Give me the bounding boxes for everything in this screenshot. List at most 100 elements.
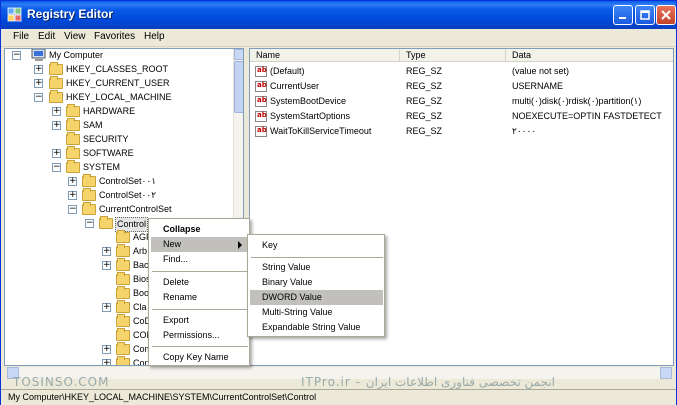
value-name: SystemStartOptions [270,111,351,121]
column-header-type[interactable]: Type [400,49,506,62]
menu-view[interactable]: View [64,31,86,42]
expand-expander[interactable]: + [34,78,43,88]
menu-file[interactable]: File [13,31,29,42]
expand-expander[interactable]: + [102,260,111,270]
menu-item-collapse[interactable]: Collapse [151,222,248,237]
tree-label: Arb [133,246,148,256]
expand-expander[interactable]: + [52,120,61,130]
string-value-icon: ab [255,96,267,107]
tree-node[interactable]: + HKEY_CLASSES_ROOT [5,62,233,77]
tree-node[interactable]: + HARDWARE [5,104,233,119]
menu-favorites[interactable]: Favorites [94,31,135,42]
expand-expander[interactable]: + [34,64,43,74]
tree-node[interactable]: + ControlSet٠٠١ [5,174,233,189]
submenu-item-string-value[interactable]: String Value [250,260,383,275]
value-name: (Default) [270,66,305,76]
submenu-item-binary-value[interactable]: Binary Value [250,275,383,290]
submenu-item-expandable-string-value[interactable]: Expandable String Value [250,320,383,335]
value-data: NOEXECUTE=OPTIN FASTDETECT [512,111,662,121]
tree-label: CurrentControlSet [99,204,172,214]
status-path: My Computer\HKEY_LOCAL_MACHINE\SYSTEM\Cu… [8,392,317,402]
menu-item-new-label: New [163,239,182,249]
list-row[interactable]: ab CurrentUser REG_SZ USERNAME [250,80,673,95]
tree-label: HKEY_CLASSES_ROOT [66,64,169,74]
menu-help[interactable]: Help [144,31,165,42]
menu-item-rename[interactable]: Rename [151,290,248,305]
tree-node[interactable]: − SYSTEM [5,160,233,175]
value-data: multi(٠)disk(٠)rdisk(٠)partition(١) [512,96,642,106]
menu-bar: File Edit View Favorites Help [1,29,676,47]
tree-label: SYSTEM [83,162,121,172]
tree-label: SECURITY [83,134,129,144]
submenu-item-dword-value[interactable]: DWORD Value [250,290,383,305]
menu-item-export[interactable]: Export [151,313,248,328]
tree-node[interactable]: + SAM [5,118,233,133]
expand-expander[interactable]: + [52,106,61,116]
scroll-right-arrow-icon[interactable] [660,367,672,379]
list-row[interactable]: ab SystemStartOptions REG_SZ NOEXECUTE=O… [250,110,673,125]
string-value-icon: ab [255,126,267,137]
collapse-expander[interactable]: − [52,162,61,172]
tree-node[interactable]: + ControlSet٠٠٢ [5,188,233,203]
expand-expander[interactable]: + [68,176,77,186]
folder-icon [82,174,96,187]
column-header-name[interactable]: Name [250,49,400,62]
scroll-up-arrow-icon[interactable] [234,49,243,60]
folder-open-icon [99,216,113,229]
collapse-expander[interactable]: − [34,92,43,102]
tree-node[interactable]: − HKEY_LOCAL_MACHINE [5,90,233,105]
expand-expander[interactable]: + [52,148,61,158]
computer-icon [31,49,46,61]
expand-expander[interactable]: + [68,190,77,200]
minimize-button[interactable] [613,5,633,25]
folder-icon [116,286,130,299]
submenu-item-multi-string-value[interactable]: Multi-String Value [250,305,383,320]
context-menu: Collapse New Find... Delete Rename Expor… [148,218,250,366]
tree-node[interactable]: + HKEY_CURRENT_USER [5,76,233,91]
tree-node[interactable]: SECURITY [5,132,233,147]
folder-icon [116,314,130,327]
tree-label: Bac [133,260,149,270]
expand-expander[interactable]: + [102,358,111,365]
registry-app-icon [7,7,22,22]
maximize-button[interactable] [635,5,655,25]
value-name: CurrentUser [270,81,320,91]
value-type: REG_SZ [406,81,443,91]
tree-label: SOFTWARE [83,148,134,158]
menu-item-copy-key-name[interactable]: Copy Key Name [151,350,248,365]
close-button[interactable] [656,5,676,25]
value-name: WaitToKillServiceTimeout [270,126,372,136]
menu-item-find[interactable]: Find... [151,252,248,267]
expand-expander[interactable]: + [102,302,111,312]
menu-item-new[interactable]: New [151,237,248,252]
menu-item-permissions[interactable]: Permissions... [151,328,248,343]
expand-expander[interactable]: + [102,246,111,256]
scroll-thumb[interactable] [234,61,243,113]
value-type: REG_SZ [406,126,443,136]
tree-label: HARDWARE [83,106,136,116]
submenu-item-key[interactable]: Key [250,238,383,253]
tree-node[interactable]: + SOFTWARE [5,146,233,161]
menu-separator [152,346,248,347]
list-row[interactable]: ab (Default) REG_SZ (value not set) [250,65,673,80]
collapse-expander[interactable]: − [12,50,21,60]
tree-label: ControlSet٠٠١ [99,176,157,186]
column-header-data[interactable]: Data [506,49,673,62]
collapse-expander[interactable]: − [85,218,94,228]
folder-open-icon [66,160,80,173]
collapse-expander[interactable]: − [68,204,77,214]
value-data: USERNAME [512,81,564,91]
string-value-icon: ab [255,66,267,77]
tree-node[interactable]: − CurrentControlSet [5,202,233,217]
list-row[interactable]: ab SystemBootDevice REG_SZ multi(٠)disk(… [250,95,673,110]
submenu-arrow-icon [238,241,242,249]
expand-expander[interactable]: + [102,344,111,354]
list-row[interactable]: ab WaitToKillServiceTimeout REG_SZ ٢٠٠٠٠ [250,125,673,140]
menu-item-delete[interactable]: Delete [151,275,248,290]
tree-label: My Computer [49,50,104,60]
watermark-left: TOSINSO.COM [13,375,110,389]
title-bar[interactable]: Registry Editor [1,1,676,29]
folder-icon [116,272,130,285]
menu-edit[interactable]: Edit [38,31,55,42]
status-bar: My Computer\HKEY_LOCAL_MACHINE\SYSTEM\Cu… [1,389,676,405]
